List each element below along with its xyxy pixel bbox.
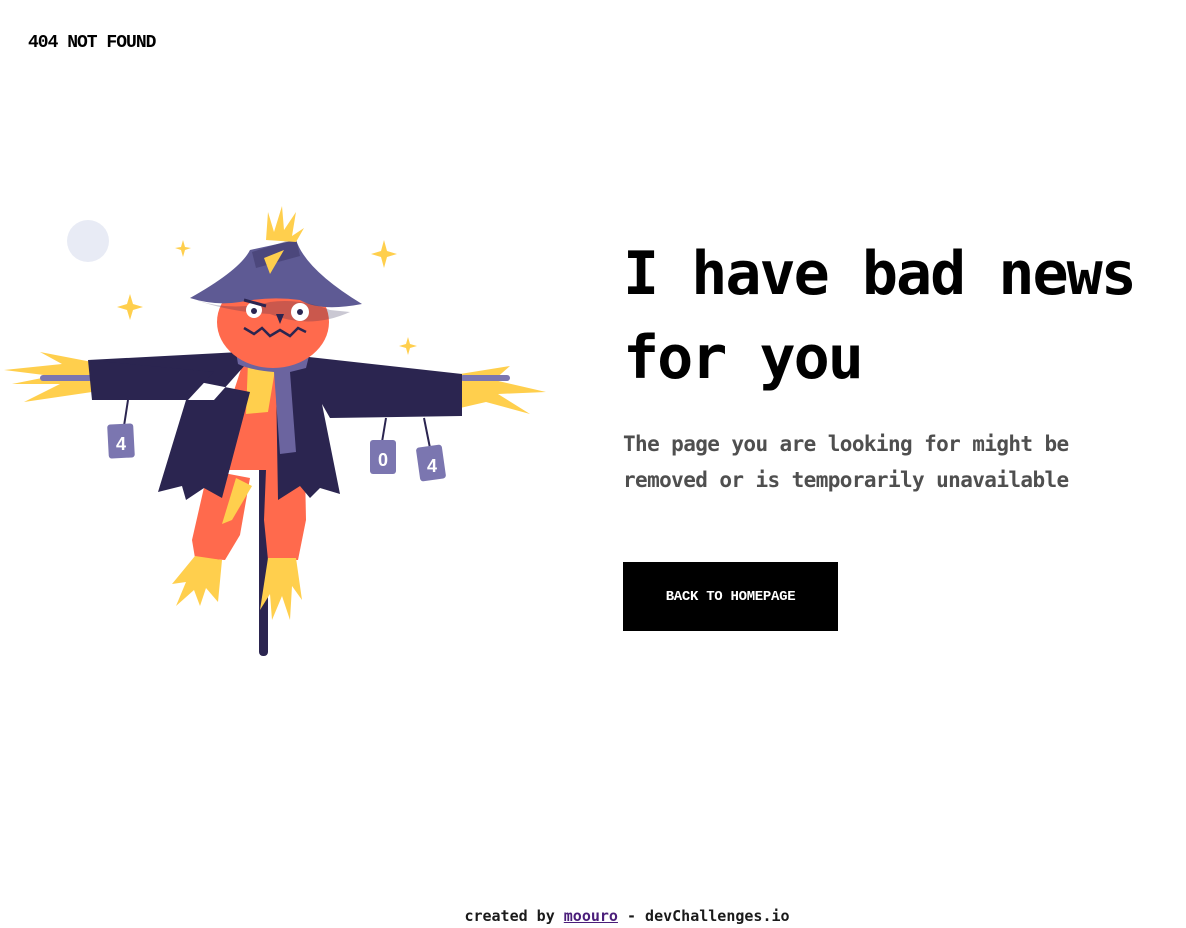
error-description: The page you are looking for might be re… [623,426,1163,498]
footer-prefix: created by [464,907,564,925]
page: 404 NOT FOUND 4 0 4 I have bad news for … [0,0,1186,928]
footer-suffix: - devChallenges.io [617,907,790,925]
foot-straw [172,556,302,620]
can-label: 4 [116,434,126,454]
author-link[interactable]: moouro [564,907,618,925]
can-label: 0 [378,450,388,470]
page-title: I have bad news for you [623,232,1183,400]
can-label: 4 [427,456,437,476]
brand-logo[interactable]: 404 NOT FOUND [28,32,156,54]
page-title-line-2: for you [623,323,864,393]
scarecrow-illustration: 4 0 4 [4,206,546,656]
error-description-line-2: removed or is temporarily unavailable [623,468,1069,492]
footer: created by moouro - devChallenges.io [0,905,1186,927]
page-title-line-1: I have bad news [623,239,1137,309]
moon-shape [67,220,109,262]
hat [190,206,362,322]
error-description-line-1: The page you are looking for might be [623,432,1069,456]
back-to-homepage-button[interactable]: BACK TO HOMEPAGE [623,562,838,631]
